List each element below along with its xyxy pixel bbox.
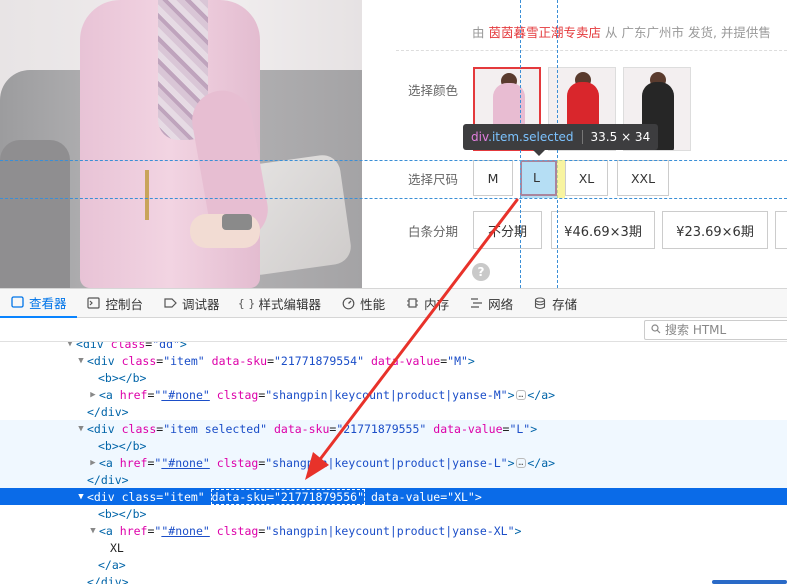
expand-toggle-icon[interactable]: ▼ <box>75 424 87 434</box>
inspector-guide-top <box>0 160 787 161</box>
inspector-guide-bottom <box>0 198 787 199</box>
collapsed-toggle-icon[interactable]: ▶ <box>87 390 99 400</box>
devtools-toolbar: 查看器 控制台 调试器 { } 样式编辑器 性能 内存 网络 存储 <box>0 288 787 318</box>
size-option-m[interactable]: M <box>473 160 513 196</box>
console-icon <box>87 296 101 310</box>
seller-prefix: 由 <box>472 25 485 40</box>
expand-toggle-icon[interactable]: ▼ <box>75 356 87 366</box>
collapsed-toggle-icon[interactable]: ▶ <box>87 458 99 468</box>
markup-line-b[interactable]: <b></b> <box>0 369 787 386</box>
divider <box>396 50 787 51</box>
network-icon <box>469 296 483 310</box>
tab-debugger[interactable]: 调试器 <box>153 289 230 318</box>
markup-line-text-xl[interactable]: XL <box>0 539 787 556</box>
tooltip-size: 33.5 × 34 <box>590 130 651 144</box>
ellipsis-icon[interactable]: … <box>515 457 527 468</box>
markup-line-close-div[interactable]: </div> <box>0 471 787 488</box>
tab-style-editor-label: 样式编辑器 <box>258 296 322 312</box>
installment-none[interactable]: 不分期 <box>473 211 542 249</box>
tab-performance[interactable]: 性能 <box>331 289 395 318</box>
performance-icon <box>341 296 355 310</box>
product-main-image <box>0 0 362 288</box>
tab-network-label: 网络 <box>488 296 514 312</box>
expand-toggle-icon[interactable]: ▼ <box>75 492 87 502</box>
markup-line-item-l[interactable]: ▼ <div class = "item selected" data-sku = "21… <box>0 420 787 437</box>
seller-shop-link[interactable]: 茵茵暮雪正潮专卖店 <box>489 25 602 40</box>
tab-debugger-label: 调试器 <box>182 296 220 312</box>
tab-storage-label: 存储 <box>552 296 578 312</box>
tooltip-classes: .item.selected <box>488 130 574 144</box>
markup-line-close-div[interactable]: </div> <box>0 573 787 584</box>
memory-icon <box>405 296 419 310</box>
tab-console-label: 控制台 <box>105 296 144 312</box>
seller-line: 由 茵茵暮雪正潮专卖店 从 广东广州市 发货, 并提供售 <box>472 22 771 41</box>
ellipsis-icon[interactable]: … <box>515 389 527 400</box>
size-label: 选择尺码 <box>408 172 459 187</box>
size-option-xl[interactable]: XL <box>565 160 608 196</box>
inspector-highlight-margin <box>557 160 565 198</box>
markup-line-a-xl[interactable]: ▼ <a href = " "#none" clstag = "shangpin|keyco… <box>0 522 787 539</box>
search-box[interactable] <box>644 320 787 340</box>
debugger-icon <box>163 296 177 310</box>
installment-more[interactable] <box>775 211 787 249</box>
markup-line-a-l[interactable]: ▶ <a href = " "#none" clstag = "shangpin|keyco… <box>0 454 787 471</box>
inspector-tooltip: div.item.selected 33.5 × 34 <box>463 124 659 150</box>
tooltip-tag: div <box>471 130 489 144</box>
size-option-xxl[interactable]: XXL <box>617 160 669 196</box>
seller-suffix: 从 广东广州市 发货, 并提供售 <box>605 25 771 40</box>
installment-3[interactable]: ¥46.69×3期 <box>551 211 655 249</box>
color-label: 选择颜色 <box>408 83 459 98</box>
horizontal-scrollbar[interactable] <box>712 580 787 584</box>
tab-console[interactable]: 控制台 <box>77 289 154 318</box>
markup-line-close-a[interactable]: </a> <box>0 556 787 573</box>
markup-line-dd[interactable]: ▼ <div class = "dd" > <box>0 342 787 352</box>
inspector-icon <box>10 295 24 309</box>
markup-search-bar <box>0 318 787 342</box>
markup-tree: ▼ <div class = "dd" > ▼ <div class = "item" dat… <box>0 342 787 584</box>
search-icon <box>651 323 661 337</box>
tab-style-editor[interactable]: { } 样式编辑器 <box>230 289 332 318</box>
tab-inspector-label: 查看器 <box>29 295 67 311</box>
help-icon[interactable]: ? <box>472 263 490 281</box>
installment-label: 白条分期 <box>408 224 459 239</box>
expand-toggle-icon[interactable]: ▼ <box>87 526 99 536</box>
markup-line-item-xl-selected[interactable]: ▼ <div class = "item" data-sku="21771879556… <box>0 488 787 505</box>
installment-6[interactable]: ¥23.69×6期 <box>662 211 768 249</box>
screenshot-stage: 由 茵茵暮雪正潮专卖店 从 广东广州市 发货, 并提供售 选择颜色 选择尺码 M… <box>0 0 787 584</box>
tab-network[interactable]: 网络 <box>459 289 523 318</box>
markup-line-item-m[interactable]: ▼ <div class = "item" data-sku = "21771879554… <box>0 352 787 369</box>
tab-inspector[interactable]: 查看器 <box>0 289 77 318</box>
markup-line-a-m[interactable]: ▶ <a href = " "#none" clstag = "shangpin|keyco… <box>0 386 787 403</box>
storage-icon <box>533 296 547 310</box>
tab-performance-label: 性能 <box>360 296 386 312</box>
tooltip-arrow <box>533 150 545 156</box>
search-html-input[interactable] <box>665 323 775 337</box>
tab-storage[interactable]: 存储 <box>523 289 587 318</box>
markup-line-b[interactable]: <b></b> <box>0 505 787 522</box>
style-editor-icon: { } <box>237 296 256 310</box>
markup-line-b[interactable]: <b></b> <box>0 437 787 454</box>
markup-line-close-div[interactable]: </div> <box>0 403 787 420</box>
tab-memory[interactable]: 内存 <box>395 289 459 318</box>
tab-memory-label: 内存 <box>424 296 450 312</box>
highlighted-size-l: L <box>533 170 540 185</box>
